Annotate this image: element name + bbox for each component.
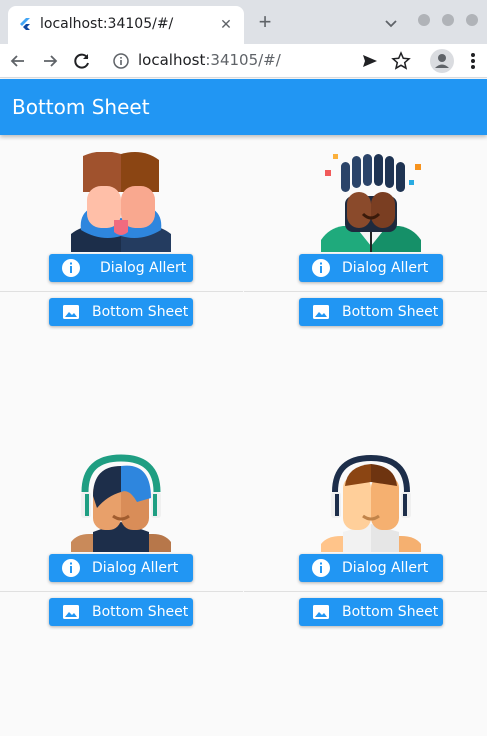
avatar-party-icon xyxy=(321,154,421,252)
plus-icon[interactable]: + xyxy=(254,11,276,34)
tab-title: localhost:34105/#/ xyxy=(40,16,174,32)
avatar-card: Dialog Allert Bottom Sheet xyxy=(0,136,243,436)
bottom-sheet-label: Bottom Sheet xyxy=(92,604,189,620)
image-icon xyxy=(63,305,79,319)
dialog-alert-label: Dialog Allert xyxy=(342,560,429,576)
send-icon[interactable] xyxy=(359,50,381,72)
divider xyxy=(0,291,243,292)
browser-tab-bar: localhost:34105/#/ ✕ + xyxy=(0,0,487,44)
app-bar: Bottom Sheet xyxy=(0,79,487,135)
more-icon[interactable] xyxy=(466,50,480,72)
dialog-alert-button[interactable]: Dialog Allert xyxy=(49,554,193,582)
avatar-card: Dialog Allert Bottom Sheet xyxy=(244,136,487,436)
profile-icon[interactable] xyxy=(430,49,454,73)
flutter-icon xyxy=(20,18,30,30)
bottom-sheet-label: Bottom Sheet xyxy=(342,304,439,320)
divider xyxy=(244,591,487,592)
address-bar[interactable]: localhost:34105/#/ xyxy=(138,51,281,69)
image-icon xyxy=(313,305,329,319)
window-close-button[interactable] xyxy=(466,14,478,26)
bottom-sheet-label: Bottom Sheet xyxy=(92,304,189,320)
bottom-sheet-button[interactable]: Bottom Sheet xyxy=(49,598,193,626)
dialog-alert-button[interactable]: Dialog Allert xyxy=(299,554,443,582)
browser-tab[interactable]: localhost:34105/#/ ✕ xyxy=(8,6,244,44)
url-path: :34105/#/ xyxy=(205,51,281,69)
dialog-alert-label: Dialog Allert xyxy=(100,260,187,276)
reload-icon[interactable] xyxy=(71,50,93,72)
info-icon[interactable] xyxy=(112,52,130,70)
window-minimize-button[interactable] xyxy=(418,14,430,26)
image-icon xyxy=(313,605,329,619)
back-icon[interactable] xyxy=(7,50,29,72)
avatar-tongue-icon xyxy=(71,152,171,252)
bottom-sheet-label: Bottom Sheet xyxy=(342,604,439,620)
dialog-alert-button[interactable]: Dialog Allert xyxy=(299,254,443,282)
avatar-card: Dialog Allert Bottom Sheet xyxy=(244,436,487,736)
bottom-sheet-button[interactable]: Bottom Sheet xyxy=(299,298,443,326)
dialog-alert-button[interactable]: Dialog Allert xyxy=(49,254,193,282)
browser-toolbar: localhost:34105/#/ xyxy=(0,44,487,78)
dialog-alert-label: Dialog Allert xyxy=(342,260,429,276)
info-icon xyxy=(312,559,330,577)
bottom-sheet-button[interactable]: Bottom Sheet xyxy=(49,298,193,326)
bottom-sheet-button[interactable]: Bottom Sheet xyxy=(299,598,443,626)
info-icon xyxy=(312,259,330,277)
star-icon[interactable] xyxy=(390,50,412,72)
image-icon xyxy=(63,605,79,619)
chevron-down-icon[interactable] xyxy=(382,14,400,32)
divider xyxy=(244,291,487,292)
avatar-headphones-icon xyxy=(71,454,171,552)
window-maximize-button[interactable] xyxy=(442,14,454,26)
info-icon xyxy=(62,259,80,277)
avatar-card: Dialog Allert Bottom Sheet xyxy=(0,436,243,736)
forward-icon[interactable] xyxy=(39,50,61,72)
avatar-headphones-light-icon xyxy=(321,454,421,552)
close-icon[interactable]: ✕ xyxy=(216,14,236,34)
divider xyxy=(0,591,243,592)
info-icon xyxy=(62,559,80,577)
url-host: localhost xyxy=(138,51,206,69)
app-title: Bottom Sheet xyxy=(12,95,150,119)
dialog-alert-label: Dialog Allert xyxy=(92,560,179,576)
